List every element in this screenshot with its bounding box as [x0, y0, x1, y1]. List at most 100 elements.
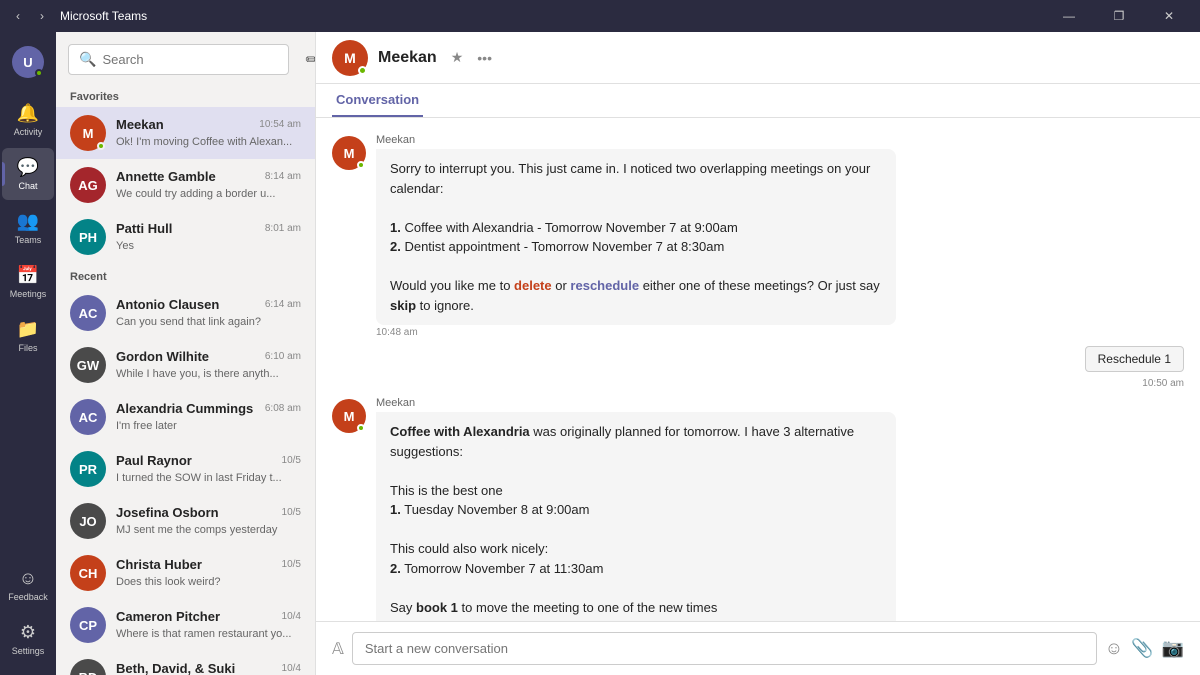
contact-time: 10:54 am: [259, 119, 301, 130]
attach-icon[interactable]: 📎: [1131, 638, 1153, 659]
contact-info: Gordon Wilhite 6:10 am While I have you,…: [116, 349, 301, 382]
list-item[interactable]: JO Josefina Osborn 10/5 MJ sent me the c…: [56, 495, 315, 547]
titlebar: ‹ › Microsoft Teams — ❐ ✕: [0, 0, 1200, 32]
emoji-icon[interactable]: ☺: [1105, 638, 1123, 659]
back-button[interactable]: ‹: [8, 6, 28, 26]
more-options-icon[interactable]: •••: [477, 50, 492, 66]
contact-name: Antonio Clausen: [116, 297, 219, 312]
sidebar-item-files[interactable]: 📁 Files: [2, 310, 54, 362]
skip-keyword: skip: [390, 298, 416, 313]
chat-header-name: Meekan: [378, 49, 437, 67]
activity-label: Activity: [14, 127, 43, 137]
delete-link[interactable]: delete: [514, 278, 552, 293]
app-title: Microsoft Teams: [60, 9, 147, 23]
contact-preview: Where is that ramen restaurant yo...: [116, 628, 291, 640]
settings-label: Settings: [12, 646, 45, 656]
search-input[interactable]: [102, 52, 278, 67]
reschedule-1-button[interactable]: Reschedule 1: [1085, 346, 1184, 372]
contact-info: Meekan 10:54 am Ok! I'm moving Coffee wi…: [116, 117, 301, 150]
online-status-dot: [357, 161, 365, 169]
list-item[interactable]: M Meekan 10:54 am Ok! I'm moving Coffee …: [56, 107, 315, 159]
sidebar-item-meetings[interactable]: 📅 Meetings: [2, 256, 54, 308]
meetings-icon: 📅: [17, 265, 39, 286]
star-icon[interactable]: ★: [451, 49, 464, 66]
contact-info: Christa Huber 10/5 Does this look weird?: [116, 557, 301, 590]
list-item[interactable]: CH Christa Huber 10/5 Does this look wei…: [56, 547, 315, 599]
nav-bottom: ☺ Feedback ⚙ Settings: [2, 559, 54, 667]
list-item[interactable]: CP Cameron Pitcher 10/4 Where is that ra…: [56, 599, 315, 651]
video-icon[interactable]: 📷: [1162, 638, 1184, 659]
sidebar-item-activity[interactable]: 🔔 Activity: [2, 94, 54, 146]
contact-name: Christa Huber: [116, 557, 202, 572]
contact-info: Beth, David, & Suki 10/4 Have you tried …: [116, 661, 301, 675]
favorites-section-title: Favorites: [56, 83, 315, 107]
list-item[interactable]: BD Beth, David, & Suki 10/4 Have you tri…: [56, 651, 315, 675]
feedback-label: Feedback: [8, 592, 48, 602]
contact-time: 6:08 am: [265, 403, 301, 414]
nav-item-user-avatar[interactable]: U: [2, 40, 54, 92]
list-item[interactable]: PH Patti Hull 8:01 am Yes: [56, 211, 315, 263]
contact-preview: While I have you, is there anyth...: [116, 368, 279, 380]
avatar: GW: [70, 347, 106, 383]
composer-input[interactable]: [352, 632, 1097, 665]
book-prompt: Say: [390, 600, 416, 615]
chat-header-avatar: M: [332, 40, 368, 76]
avatar: M: [332, 399, 366, 433]
nicely-text: This could also work nicely:: [390, 541, 548, 556]
best-label: This is the best one: [390, 483, 503, 498]
user-avatar: U: [12, 46, 44, 78]
contact-name: Josefina Osborn: [116, 505, 219, 520]
list-item[interactable]: AC Alexandria Cummings 6:08 am I'm free …: [56, 391, 315, 443]
option1-text: Tuesday November 8 at 9:00am: [404, 502, 589, 517]
chat-icon: 💬: [17, 157, 39, 178]
restore-button[interactable]: ❐: [1096, 0, 1142, 32]
sidebar-item-chat[interactable]: 💬 Chat: [2, 148, 54, 200]
minimize-button[interactable]: —: [1046, 0, 1092, 32]
contact-info: Cameron Pitcher 10/4 Where is that ramen…: [116, 609, 301, 642]
avatar: AC: [70, 399, 106, 435]
feedback-icon: ☺: [19, 568, 37, 589]
avatar: CP: [70, 607, 106, 643]
files-label: Files: [18, 343, 37, 353]
option2-text: Tomorrow November 7 at 11:30am: [404, 561, 603, 576]
message-bubble: Coffee with Alexandria was originally pl…: [376, 412, 896, 621]
contact-time: 6:14 am: [265, 299, 301, 310]
message-sender: Meekan: [376, 397, 896, 409]
sidebar-item-feedback[interactable]: ☺ Feedback: [2, 559, 54, 611]
files-icon: 📁: [17, 319, 39, 340]
option2-num: 2.: [390, 561, 401, 576]
list-item[interactable]: AG Annette Gamble 8:14 am We could try a…: [56, 159, 315, 211]
sidebar-item-teams[interactable]: 👥 Teams: [2, 202, 54, 254]
settings-icon: ⚙: [20, 622, 36, 643]
contact-info: Josefina Osborn 10/5 MJ sent me the comp…: [116, 505, 301, 538]
forward-button[interactable]: ›: [32, 6, 52, 26]
contact-name: Meekan: [116, 117, 164, 132]
avatar: PH: [70, 219, 106, 255]
contact-time: 8:01 am: [265, 223, 301, 234]
avatar: AC: [70, 295, 106, 331]
close-button[interactable]: ✕: [1146, 0, 1192, 32]
avatar: PR: [70, 451, 106, 487]
compose-icon[interactable]: ✏: [305, 50, 316, 70]
option1-num: 1.: [390, 502, 401, 517]
list-item[interactable]: GW Gordon Wilhite 6:10 am While I have y…: [56, 339, 315, 391]
contact-info: Alexandria Cummings 6:08 am I'm free lat…: [116, 401, 301, 434]
list-item[interactable]: PR Paul Raynor 10/5 I turned the SOW in …: [56, 443, 315, 495]
contact-info: Paul Raynor 10/5 I turned the SOW in las…: [116, 453, 301, 486]
format-icon[interactable]: 𝔸: [332, 639, 344, 659]
online-status-dot: [97, 142, 105, 150]
tab-conversation[interactable]: Conversation: [332, 84, 423, 117]
list-item[interactable]: AC Antonio Clausen 6:14 am Can you send …: [56, 287, 315, 339]
sidebar: 🔍 ✏ Favorites M Meekan 10:54 am: [56, 32, 316, 675]
contact-time: 6:10 am: [265, 351, 301, 362]
user-status-dot: [35, 69, 43, 77]
contact-name: Paul Raynor: [116, 453, 192, 468]
titlebar-controls: — ❐ ✕: [1046, 0, 1192, 32]
contact-time: 10/5: [282, 507, 301, 518]
sidebar-item-settings[interactable]: ⚙ Settings: [2, 613, 54, 665]
contact-preview: I turned the SOW in last Friday t...: [116, 472, 282, 484]
contact-list: Favorites M Meekan 10:54 am Ok! I'm movi…: [56, 83, 315, 675]
chat-label: Chat: [18, 181, 37, 191]
contact-preview: MJ sent me the comps yesterday: [116, 524, 277, 536]
reschedule-link[interactable]: reschedule: [570, 278, 639, 293]
